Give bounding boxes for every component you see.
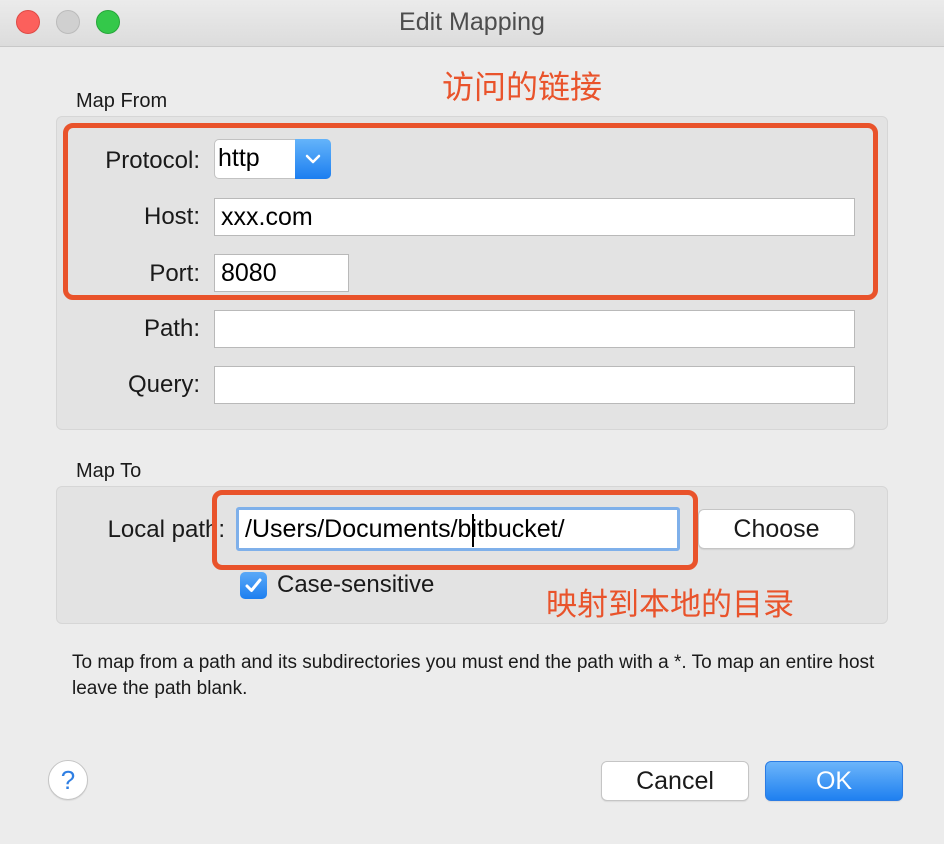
map-to-annotation: 映射到本地的目录 xyxy=(546,587,794,623)
window-title: Edit Mapping xyxy=(399,8,545,36)
checkmark-icon xyxy=(245,578,262,592)
map-from-highlight xyxy=(63,123,878,300)
cancel-button[interactable]: Cancel xyxy=(601,761,749,801)
ok-button[interactable]: OK xyxy=(765,761,903,801)
case-sensitive-checkbox[interactable] xyxy=(240,572,267,599)
local-path-label: Local path: xyxy=(107,516,225,543)
query-field[interactable] xyxy=(214,366,855,404)
case-sensitive-label[interactable]: Case-sensitive xyxy=(277,571,434,599)
path-label: Path: xyxy=(143,315,200,342)
map-to-highlight xyxy=(212,490,698,570)
map-to-label: Map To xyxy=(76,460,142,482)
path-field[interactable] xyxy=(214,310,855,348)
query-label: Query: xyxy=(127,371,200,398)
title-bar: Edit Mapping xyxy=(0,0,944,47)
help-button[interactable]: ? xyxy=(48,760,88,800)
map-from-annotation: 访问的链接 xyxy=(442,68,603,106)
map-from-label: Map From xyxy=(76,90,168,112)
help-text: To map from a path and its subdirectorie… xyxy=(72,652,875,699)
choose-button[interactable]: Choose xyxy=(698,509,855,549)
